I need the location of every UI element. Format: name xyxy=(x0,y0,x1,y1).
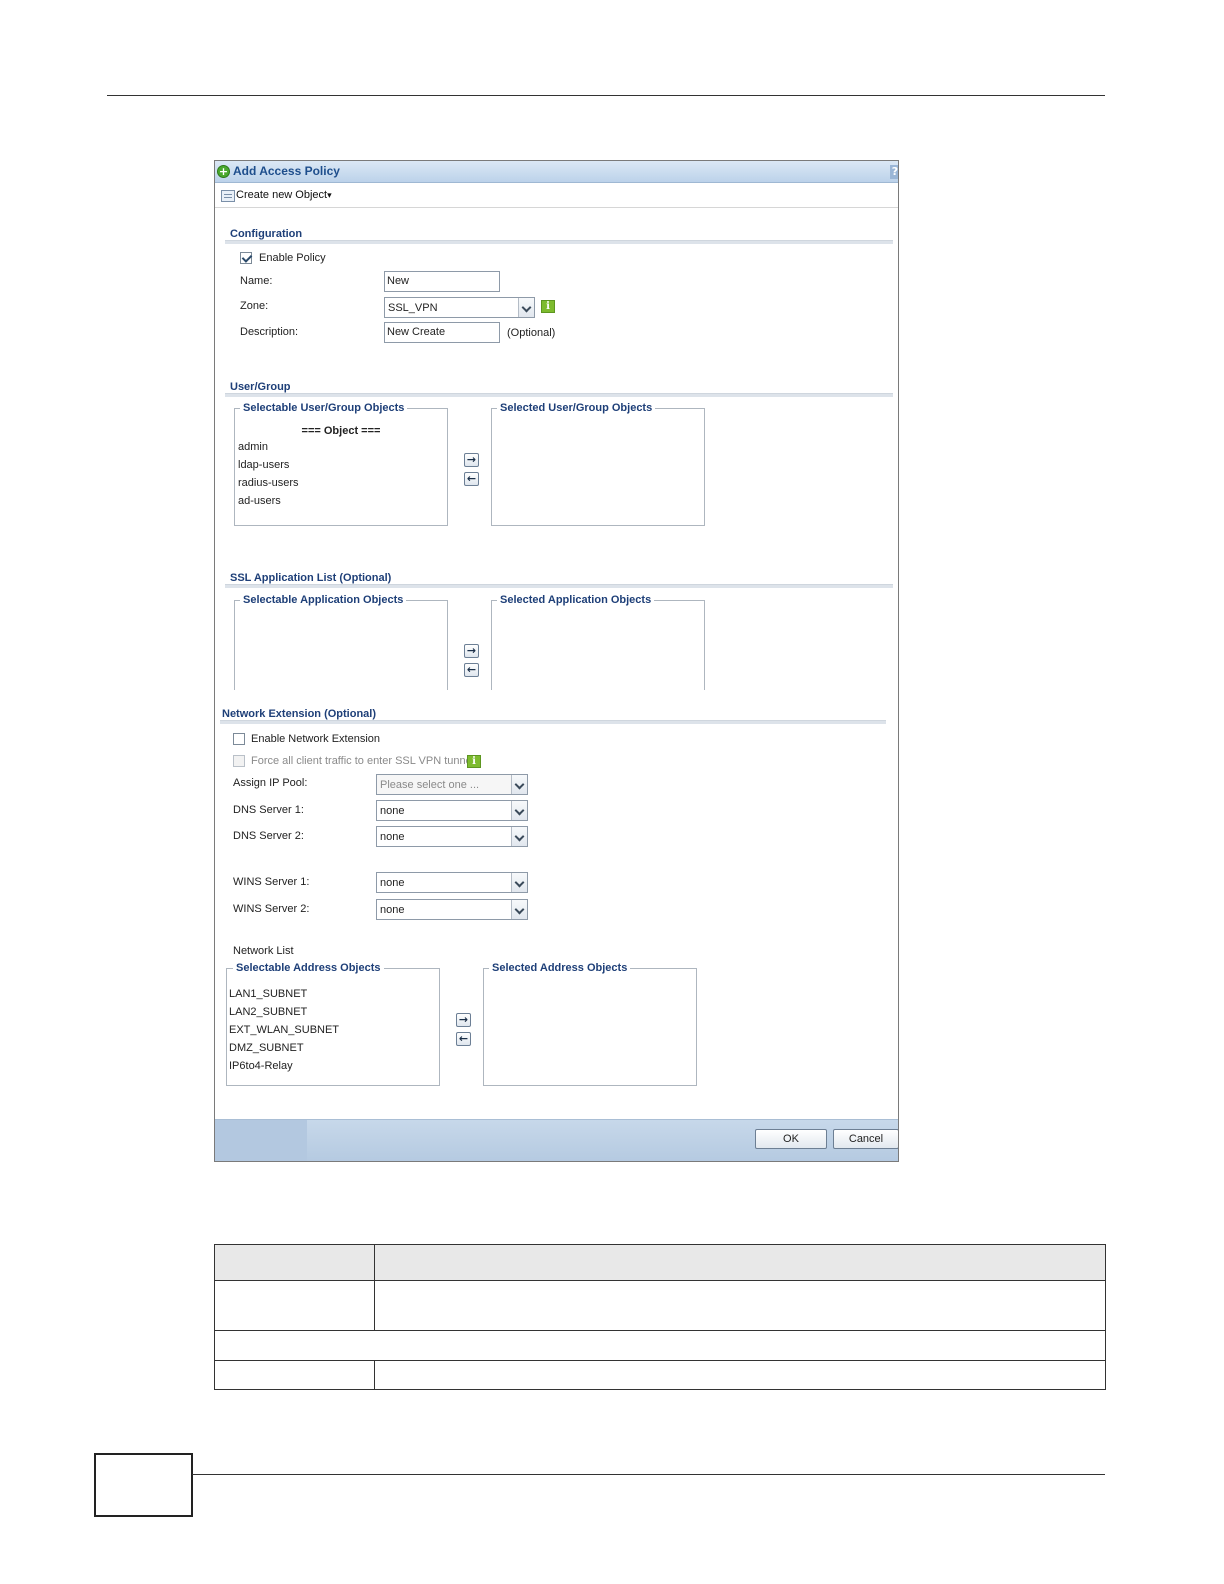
selected-application-list[interactable] xyxy=(491,600,705,690)
wins-server-1-value: none xyxy=(380,877,405,889)
create-new-object-label: Create new Object xyxy=(236,189,328,201)
list-item[interactable]: radius-users xyxy=(238,477,299,489)
page-footer-rule xyxy=(192,1474,1105,1475)
table-header-row xyxy=(215,1245,1105,1281)
enable-network-extension-label: Enable Network Extension xyxy=(251,733,381,745)
description-optional-note: (Optional) xyxy=(507,327,556,339)
page-header-rule xyxy=(107,95,1105,96)
description-table xyxy=(214,1244,1106,1390)
selected-application-legend: Selected Application Objects xyxy=(497,594,655,606)
list-item[interactable]: admin xyxy=(238,441,268,453)
dns-server-2-select[interactable]: none xyxy=(376,826,528,847)
user-group-divider xyxy=(225,393,893,397)
list-item[interactable]: LAN2_SUBNET xyxy=(229,1006,307,1018)
add-access-policy-dialog: + Add Access Policy ? Create new Object▾… xyxy=(214,160,899,1162)
selected-user-group-legend: Selected User/Group Objects xyxy=(497,402,656,414)
force-client-traffic-checkbox[interactable] xyxy=(233,755,245,767)
add-user-group-button[interactable]: → xyxy=(464,453,479,467)
selectable-user-group-legend: Selectable User/Group Objects xyxy=(240,402,408,414)
selectable-application-legend: Selectable Application Objects xyxy=(240,594,407,606)
zone-label: Zone: xyxy=(240,300,269,312)
chevron-down-icon xyxy=(511,873,527,892)
user-group-heading: User/Group xyxy=(230,381,291,393)
remove-user-group-button[interactable]: ← xyxy=(464,472,479,486)
create-new-object-menu[interactable]: Create new Object▾ xyxy=(236,189,332,201)
dialog-titlebar: + Add Access Policy ? xyxy=(215,161,898,183)
ssl-app-heading: SSL Application List (Optional) xyxy=(230,572,392,584)
selectable-address-list[interactable]: LAN1_SUBNET LAN2_SUBNET EXT_WLAN_SUBNET … xyxy=(226,968,440,1086)
description-label: Description: xyxy=(240,326,299,338)
network-extension-heading: Network Extension (Optional) xyxy=(222,708,377,720)
dns-server-1-label: DNS Server 1: xyxy=(233,804,304,816)
selectable-address-legend: Selectable Address Objects xyxy=(233,962,384,974)
selectable-application-list[interactable] xyxy=(234,600,448,690)
cancel-button[interactable]: Cancel xyxy=(833,1129,898,1149)
page-number-box xyxy=(94,1453,193,1517)
wins-server-1-label: WINS Server 1: xyxy=(233,876,310,888)
chevron-down-icon xyxy=(518,298,534,317)
configuration-divider xyxy=(225,240,893,244)
network-list-label: Network List xyxy=(233,945,294,957)
object-list-icon xyxy=(221,190,235,202)
description-field[interactable]: New Create xyxy=(384,322,500,343)
list-item[interactable]: ldap-users xyxy=(238,459,289,471)
chevron-down-icon xyxy=(511,900,527,919)
table-column-divider xyxy=(374,1245,375,1330)
selected-address-list[interactable] xyxy=(483,968,697,1086)
wins-server-2-value: none xyxy=(380,904,405,916)
name-label: Name: xyxy=(240,275,273,287)
assign-ip-pool-select[interactable]: Please select one ... xyxy=(376,774,528,795)
chevron-down-icon xyxy=(511,827,527,846)
enable-policy-label: Enable Policy xyxy=(259,252,326,264)
assign-ip-pool-value: Please select one ... xyxy=(380,779,480,791)
footer-panel xyxy=(215,1120,307,1161)
add-application-button[interactable]: → xyxy=(464,644,479,658)
chevron-down-icon xyxy=(511,801,527,820)
zone-info-icon[interactable]: i xyxy=(541,300,555,313)
help-icon[interactable]: ? xyxy=(890,165,898,179)
dns-server-1-value: none xyxy=(380,805,405,817)
configuration-heading: Configuration xyxy=(230,228,303,240)
table-row-divider xyxy=(215,1360,1105,1361)
wins-server-2-label: WINS Server 2: xyxy=(233,903,310,915)
selected-user-group-list[interactable] xyxy=(491,408,705,526)
network-extension-divider xyxy=(220,720,886,724)
enable-policy-checkbox[interactable] xyxy=(240,252,252,264)
force-client-traffic-label: Force all client traffic to enter SSL VP… xyxy=(251,755,475,767)
remove-application-button[interactable]: ← xyxy=(464,663,479,677)
list-item[interactable]: LAN1_SUBNET xyxy=(229,988,307,1000)
list-item[interactable]: EXT_WLAN_SUBNET xyxy=(229,1024,339,1036)
chevron-down-icon xyxy=(511,775,527,794)
dialog-title: Add Access Policy xyxy=(233,164,340,178)
assign-ip-pool-label: Assign IP Pool: xyxy=(233,777,308,789)
add-address-button[interactable]: → xyxy=(456,1013,471,1027)
list-item[interactable]: ad-users xyxy=(238,495,281,507)
object-group-header: === Object === xyxy=(301,425,381,437)
selectable-user-group-list[interactable]: === Object === admin ldap-users radius-u… xyxy=(234,408,448,526)
table-column-divider xyxy=(374,1360,375,1389)
ok-button[interactable]: OK xyxy=(755,1129,827,1149)
chevron-down-icon: ▾ xyxy=(327,190,332,200)
dns-server-2-label: DNS Server 2: xyxy=(233,830,304,842)
table-row-divider xyxy=(215,1330,1105,1331)
list-item[interactable]: IP6to4-Relay xyxy=(229,1060,293,1072)
dns-server-1-select[interactable]: none xyxy=(376,800,528,821)
list-item[interactable]: DMZ_SUBNET xyxy=(229,1042,304,1054)
remove-address-button[interactable]: ← xyxy=(456,1032,471,1046)
name-field[interactable]: New xyxy=(384,271,500,292)
force-traffic-info-icon[interactable]: i xyxy=(467,755,481,768)
zone-value: SSL_VPN xyxy=(388,302,438,314)
wins-server-2-select[interactable]: none xyxy=(376,899,528,920)
selected-address-legend: Selected Address Objects xyxy=(489,962,631,974)
wins-server-1-select[interactable]: none xyxy=(376,872,528,893)
ssl-app-divider xyxy=(225,584,893,588)
dialog-footer: OK Cancel xyxy=(215,1119,898,1161)
add-icon: + xyxy=(217,165,230,178)
enable-network-extension-checkbox[interactable] xyxy=(233,733,245,745)
dialog-toolbar: Create new Object▾ xyxy=(215,183,898,208)
dns-server-2-value: none xyxy=(380,831,405,843)
zone-select[interactable]: SSL_VPN xyxy=(384,297,535,318)
